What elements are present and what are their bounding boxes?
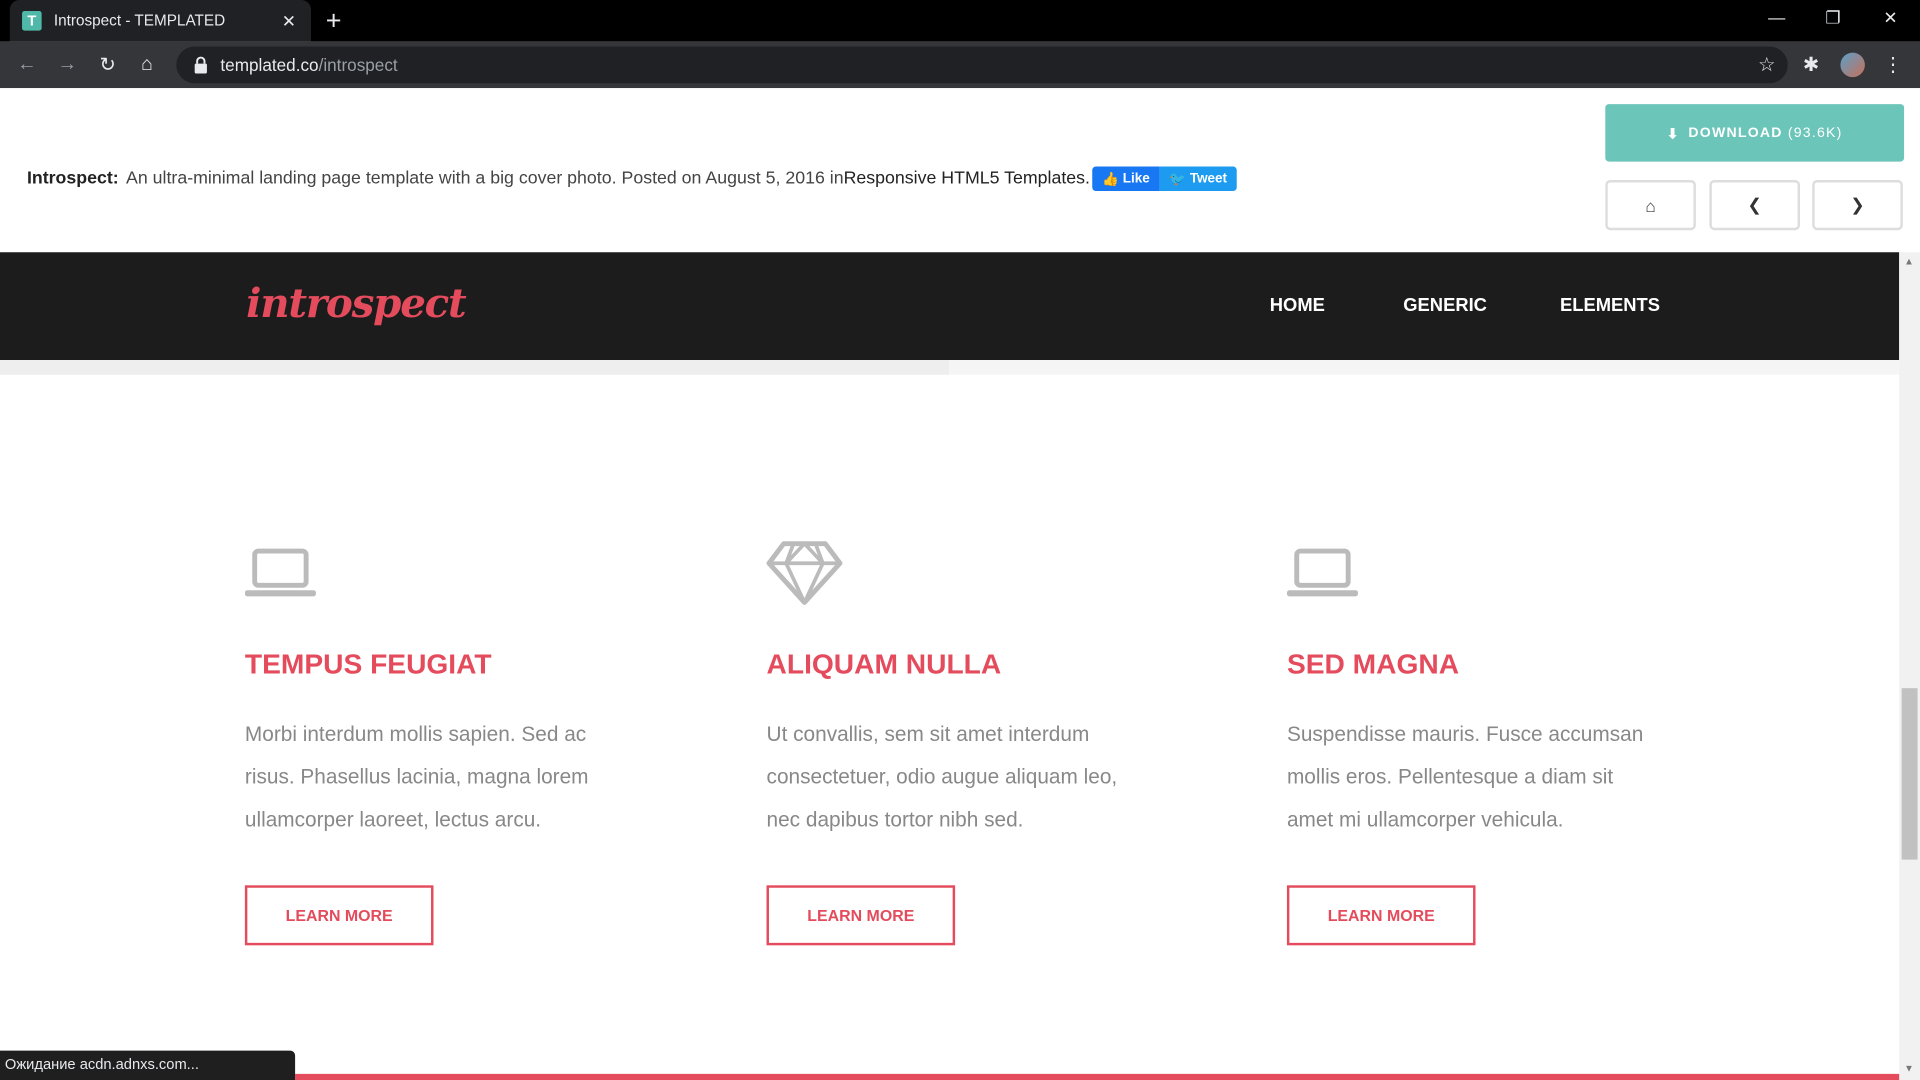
feature-text: Suspendisse mauris. Fusce accumsan molli… [1286, 722, 1644, 832]
laptop-icon [1286, 548, 1358, 597]
back-icon[interactable]: ← [13, 51, 40, 78]
laptop-icon [244, 548, 316, 597]
feature-card: SED MAGNA Suspendisse mauris. Fusce accu… [1286, 539, 1691, 946]
templated-favicon-icon: T [22, 11, 42, 31]
new-tab-icon[interactable]: + [326, 7, 342, 34]
scroll-down-arrow-icon[interactable]: ▼ [1904, 1063, 1914, 1074]
twitter-bird-icon: 🐦 [1169, 172, 1190, 187]
browser-tab-bar: T Introspect - TEMPLATED ✕ + — ❐ ✕ [0, 0, 1920, 42]
learn-more-button[interactable]: LEARN MORE [244, 885, 434, 946]
template-description: An ultra-minimal landing page template w… [126, 168, 844, 189]
close-window-icon[interactable]: ✕ [1872, 7, 1909, 28]
home-button[interactable]: ⌂ [1605, 180, 1696, 231]
templated-bar: Introspect: An ultra-minimal landing pag… [0, 88, 1920, 253]
tweet-button[interactable]: 🐦 Tweet [1159, 166, 1237, 192]
close-tab-icon[interactable]: ✕ [279, 10, 299, 31]
page-scrollbar[interactable]: ▲ ▼ [1899, 252, 1920, 1080]
minimize-icon[interactable]: — [1758, 7, 1795, 27]
feature-card: TEMPUS FEUGIAT Morbi interdum mollis sap… [244, 539, 649, 946]
lock-icon [194, 56, 207, 74]
feature-title: ALIQUAM NULLA [766, 647, 1002, 680]
tab-title: Introspect - TEMPLATED [53, 12, 226, 30]
address-bar[interactable]: templated.co/introspect ☆ [176, 46, 1788, 84]
extensions-icon[interactable]: ✱ [1798, 51, 1825, 78]
thumbs-up-icon: 👍 [1102, 172, 1123, 187]
home-icon[interactable]: ⌂ [133, 51, 160, 78]
menu-icon[interactable]: ⋮ [1880, 51, 1907, 78]
learn-more-button[interactable]: LEARN MORE [766, 885, 956, 946]
profile-avatar[interactable] [1839, 51, 1866, 78]
facebook-like-button[interactable]: 👍 Like [1092, 166, 1160, 192]
learn-more-button[interactable]: LEARN MORE [1286, 885, 1476, 946]
forward-icon[interactable]: → [54, 51, 81, 78]
social-buttons: 👍 Like 🐦 Tweet [1092, 166, 1237, 192]
browser-tab[interactable]: T Introspect - TEMPLATED ✕ [9, 0, 312, 42]
feature-card: ALIQUAM NULLA Ut convallis, sem sit amet… [766, 539, 1171, 946]
url-text: templated.co/introspect [220, 55, 398, 75]
previous-button[interactable]: ❮ [1709, 180, 1800, 231]
scroll-up-arrow-icon[interactable]: ▲ [1904, 256, 1914, 267]
bookmark-star-icon[interactable]: ☆ [1758, 53, 1776, 77]
feature-text: Ut convallis, sem sit amet interdum cons… [766, 722, 1118, 832]
home-icon: ⌂ [1645, 195, 1656, 215]
nav-generic[interactable]: GENERIC [1403, 295, 1487, 316]
reload-icon[interactable]: ↻ [94, 51, 121, 78]
feature-text: Morbi interdum mollis sapien. Sed ac ris… [244, 722, 589, 832]
download-icon: ⬇ [1666, 126, 1680, 142]
site-header: introspect HOME GENERIC ELEMENTS [0, 252, 1900, 360]
feature-title: TEMPUS FEUGIAT [244, 647, 492, 680]
diamond-icon [766, 540, 843, 605]
download-button[interactable]: ⬇ DOWNLOAD (93.6K) [1605, 104, 1905, 162]
template-name: Introspect: [26, 168, 119, 189]
site-logo[interactable]: introspect [246, 279, 467, 327]
browser-toolbar: ← → ↻ ⌂ templated.co/introspect ☆ ✱ ⋮ [0, 41, 1920, 89]
chevron-right-icon: ❯ [1850, 194, 1865, 215]
nav-home[interactable]: HOME [1270, 295, 1325, 316]
chevron-left-icon: ❮ [1747, 194, 1762, 215]
next-button[interactable]: ❯ [1812, 180, 1903, 231]
status-bubble: Ожидание acdn.adnxs.com... [0, 1050, 296, 1080]
next-section-edge [295, 1073, 1900, 1080]
header-shadow-bar [0, 360, 1900, 375]
template-category-link[interactable]: Responsive HTML5 Templates. [844, 169, 1090, 189]
nav-elements[interactable]: ELEMENTS [1560, 295, 1660, 316]
scrollbar-thumb[interactable] [1901, 688, 1918, 860]
restore-icon[interactable]: ❐ [1815, 7, 1852, 28]
template-info: Introspect: An ultra-minimal landing pag… [26, 166, 1237, 192]
feature-title: SED MAGNA [1286, 647, 1460, 680]
